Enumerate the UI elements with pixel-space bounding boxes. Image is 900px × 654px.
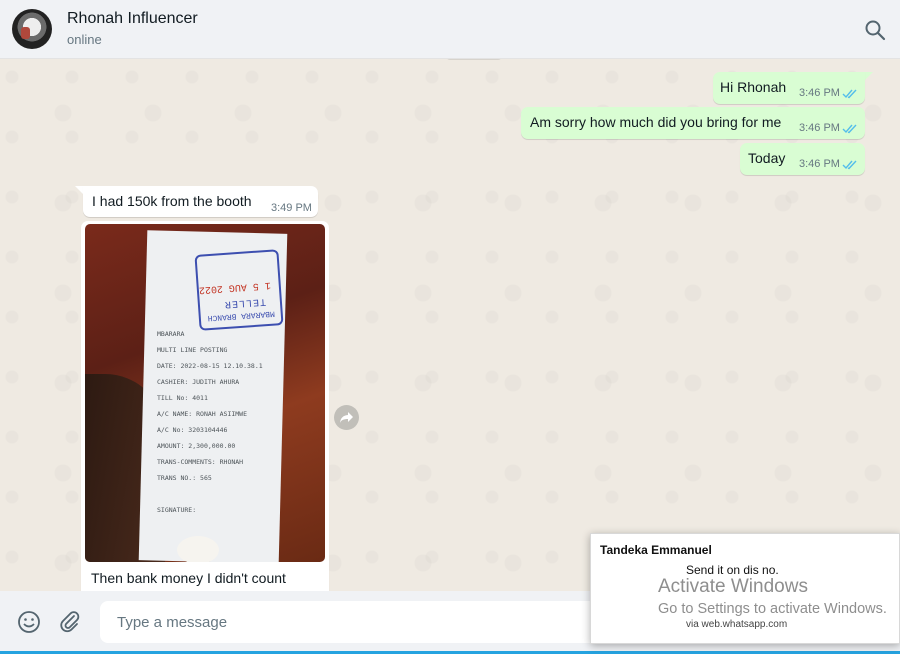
chat-header: Rhonah Influencer online <box>0 0 900 59</box>
forward-button[interactable] <box>334 405 359 430</box>
message-text: Am sorry how much did you bring for me <box>530 114 782 130</box>
activation-watermark-title: Activate Windows <box>658 576 808 597</box>
incoming-bubble-tail <box>75 186 83 194</box>
receipt-line: A/C No: 3203104446 <box>157 426 228 434</box>
receipt-line: MBARARA <box>157 330 185 338</box>
activation-watermark-subtitle: Go to Settings to activate Windows. <box>658 601 887 617</box>
receipt-line: DATE: 2022-08-15 12.10.38.1 <box>157 362 263 370</box>
message-time: 3:46 PM <box>799 122 840 134</box>
image-caption: Then bank money I didn't count <box>91 570 286 586</box>
receipt-line: TRANS-COMMENTS: RHONAH <box>157 458 244 466</box>
message-bubble-incoming[interactable]: I had 150k from the booth 3:49 PM <box>83 186 318 217</box>
double-check-icon <box>842 89 857 99</box>
contact-status: online <box>67 32 102 47</box>
receipt-line: SIGNATURE: <box>157 506 197 514</box>
double-check-icon <box>842 124 857 134</box>
fingernail-shape <box>177 536 219 562</box>
receipt-line: MULTI LINE POSTING <box>157 346 228 354</box>
stamp-teller: TELLER <box>223 295 267 310</box>
receipt-line: AMOUNT: 2,300,000.00 <box>157 442 236 450</box>
message-text: I had 150k from the booth <box>92 193 252 209</box>
outgoing-bubble-tail <box>865 72 873 80</box>
message-bubble-outgoing[interactable]: Am sorry how much did you bring for me 3… <box>521 107 865 139</box>
notification-source: via web.whatsapp.com <box>686 619 788 630</box>
receipt-text: MBARARA MULTI LINE POSTING DATE: 2022-08… <box>157 326 263 518</box>
scroll-indicator <box>446 59 502 60</box>
search-icon[interactable] <box>864 19 886 41</box>
contact-name[interactable]: Rhonah Influencer <box>67 10 198 28</box>
notification-message: Send it on dis no. <box>686 563 779 577</box>
message-list[interactable]: Hi Rhonah 3:46 PM Am sorry how much did … <box>0 59 900 591</box>
paperclip-icon[interactable] <box>58 610 82 634</box>
message-time: 3:49 PM <box>271 202 312 214</box>
message-bubble-outgoing[interactable]: Today 3:46 PM <box>740 143 865 175</box>
stamp-date: 1 5 AUG 2022 <box>198 278 272 295</box>
bank-stamp: MBARARA BRANCH TELLER 1 5 AUG 2022 <box>194 249 284 331</box>
message-bubble-outgoing[interactable]: Hi Rhonah 3:46 PM <box>713 72 865 104</box>
notification-sender: Tandeka Emmanuel <box>600 543 712 557</box>
receipt-line: CASHIER: JUDITH AHURA <box>157 378 240 386</box>
receipt-photo[interactable]: MBARARA BRANCH TELLER 1 5 AUG 2022 MBARA… <box>85 224 325 562</box>
message-text: Today <box>748 150 786 166</box>
receipt-line: A/C NAME: RONAH ASIIMWE <box>157 410 248 418</box>
message-time: 3:46 PM <box>799 87 840 99</box>
receipt-line <box>157 486 263 502</box>
receipt-line: TILL No: 4011 <box>157 394 208 402</box>
double-check-icon <box>842 160 857 170</box>
receipt-line: TRANS NO.: 565 <box>157 474 212 482</box>
contact-avatar[interactable] <box>12 9 52 49</box>
message-text: Hi Rhonah <box>720 79 787 95</box>
image-message-bubble[interactable]: MBARARA BRANCH TELLER 1 5 AUG 2022 MBARA… <box>81 221 329 591</box>
stamp-branch: MBARARA BRANCH <box>207 308 276 323</box>
emoji-icon[interactable] <box>17 610 41 634</box>
forward-icon <box>340 412 353 423</box>
message-time: 3:46 PM <box>799 158 840 170</box>
